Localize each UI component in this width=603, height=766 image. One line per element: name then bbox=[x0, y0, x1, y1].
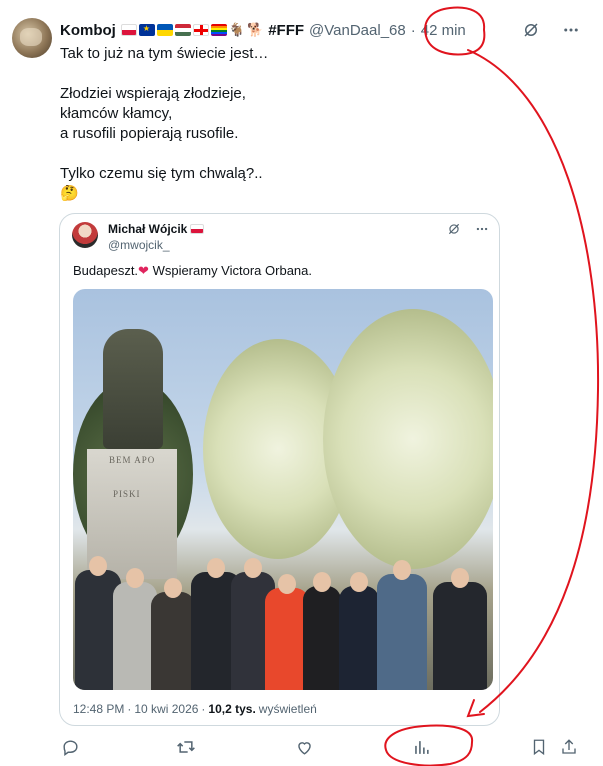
retweet-button[interactable] bbox=[175, 736, 197, 758]
separator-dot: · bbox=[201, 702, 206, 716]
quoted-author-name-row: Michał Wójcik bbox=[108, 222, 205, 236]
quoted-view-count: 10,2 tys. bbox=[208, 702, 256, 716]
author-avatar[interactable] bbox=[12, 18, 52, 58]
quoted-author-handle[interactable]: @mwojcik_ bbox=[108, 238, 170, 252]
views-button[interactable] bbox=[410, 736, 432, 758]
quoted-tweet[interactable]: Michał Wójcik @mwojcik_ Budapeszt.❤ Wspi… bbox=[59, 213, 500, 726]
more-icon[interactable] bbox=[561, 20, 581, 40]
photo-person bbox=[377, 560, 427, 690]
separator-dot: · bbox=[127, 702, 132, 716]
separator-dot: · bbox=[410, 21, 416, 39]
georgia-flag-icon bbox=[192, 24, 209, 36]
dog-icon: 🐕 bbox=[247, 22, 264, 37]
reply-button[interactable] bbox=[59, 736, 81, 758]
name-emoji-flags: 🐐 🐕 bbox=[120, 22, 264, 38]
heart-emoji-icon: ❤ bbox=[138, 263, 149, 278]
grok-icon[interactable] bbox=[447, 222, 461, 236]
bookmark-button[interactable] bbox=[528, 736, 550, 758]
share-button[interactable] bbox=[558, 736, 580, 758]
tweet-text: Tak to już na tym świecie jest… Złodziei… bbox=[60, 45, 269, 202]
poland-flag-icon bbox=[120, 24, 137, 36]
views-icon bbox=[414, 740, 429, 754]
photo-tree bbox=[323, 309, 493, 569]
tweet-header: Komboj 🐐 🐕 #FFF @VanDaal_68 · 42 min bbox=[60, 18, 466, 42]
quoted-author-avatar[interactable] bbox=[72, 222, 98, 248]
photo-person bbox=[433, 568, 487, 690]
goat-icon: 🐐 bbox=[228, 22, 246, 37]
quoted-view-label: wyświetleń bbox=[258, 702, 317, 716]
photo-crowd bbox=[73, 556, 493, 690]
photo-statue bbox=[103, 329, 163, 449]
quoted-text-part: Budapeszt. bbox=[73, 263, 139, 278]
eu-flag-icon bbox=[138, 24, 155, 36]
hungary-flag-icon bbox=[174, 24, 191, 36]
author-handle[interactable]: @VanDaal_68 bbox=[309, 22, 406, 39]
photo-person bbox=[151, 578, 195, 690]
retweet-icon bbox=[177, 741, 195, 753]
quoted-header-actions bbox=[447, 222, 489, 236]
more-icon[interactable] bbox=[475, 222, 489, 236]
author-display-name[interactable]: Komboj bbox=[60, 22, 116, 39]
tweet-header-actions bbox=[521, 20, 581, 40]
quoted-author-name[interactable]: Michał Wójcik bbox=[108, 222, 187, 236]
quoted-meta: 12:48 PM · 10 kwi 2026 · 10,2 tys. wyświ… bbox=[73, 702, 317, 716]
ukraine-flag-icon bbox=[156, 24, 173, 36]
tweet-action-bar bbox=[0, 736, 603, 760]
bookmark-icon bbox=[533, 739, 545, 756]
quoted-date[interactable]: 10 kwi 2026 bbox=[134, 702, 198, 716]
name-fff-tag: #FFF bbox=[268, 21, 305, 39]
grok-icon[interactable] bbox=[521, 20, 541, 40]
like-icon bbox=[297, 741, 311, 755]
rainbow-flag-icon bbox=[210, 24, 227, 36]
quoted-photo[interactable]: BEM APO PISKI bbox=[73, 289, 493, 690]
reply-icon bbox=[62, 739, 78, 756]
pedestal-inscription: BEM APO bbox=[109, 455, 156, 465]
photo-person bbox=[303, 572, 341, 690]
quoted-text-part: Wspieramy Victora Orbana. bbox=[148, 263, 312, 278]
quoted-tweet-text: Budapeszt.❤ Wspieramy Victora Orbana. bbox=[73, 263, 312, 279]
photo-person bbox=[339, 572, 379, 690]
tweet-timestamp[interactable]: 42 min bbox=[421, 22, 466, 39]
share-icon bbox=[562, 739, 576, 754]
poland-flag-icon bbox=[190, 224, 205, 234]
like-button[interactable] bbox=[293, 736, 315, 758]
pedestal-inscription: PISKI bbox=[113, 489, 141, 499]
quoted-time[interactable]: 12:48 PM bbox=[73, 702, 124, 716]
